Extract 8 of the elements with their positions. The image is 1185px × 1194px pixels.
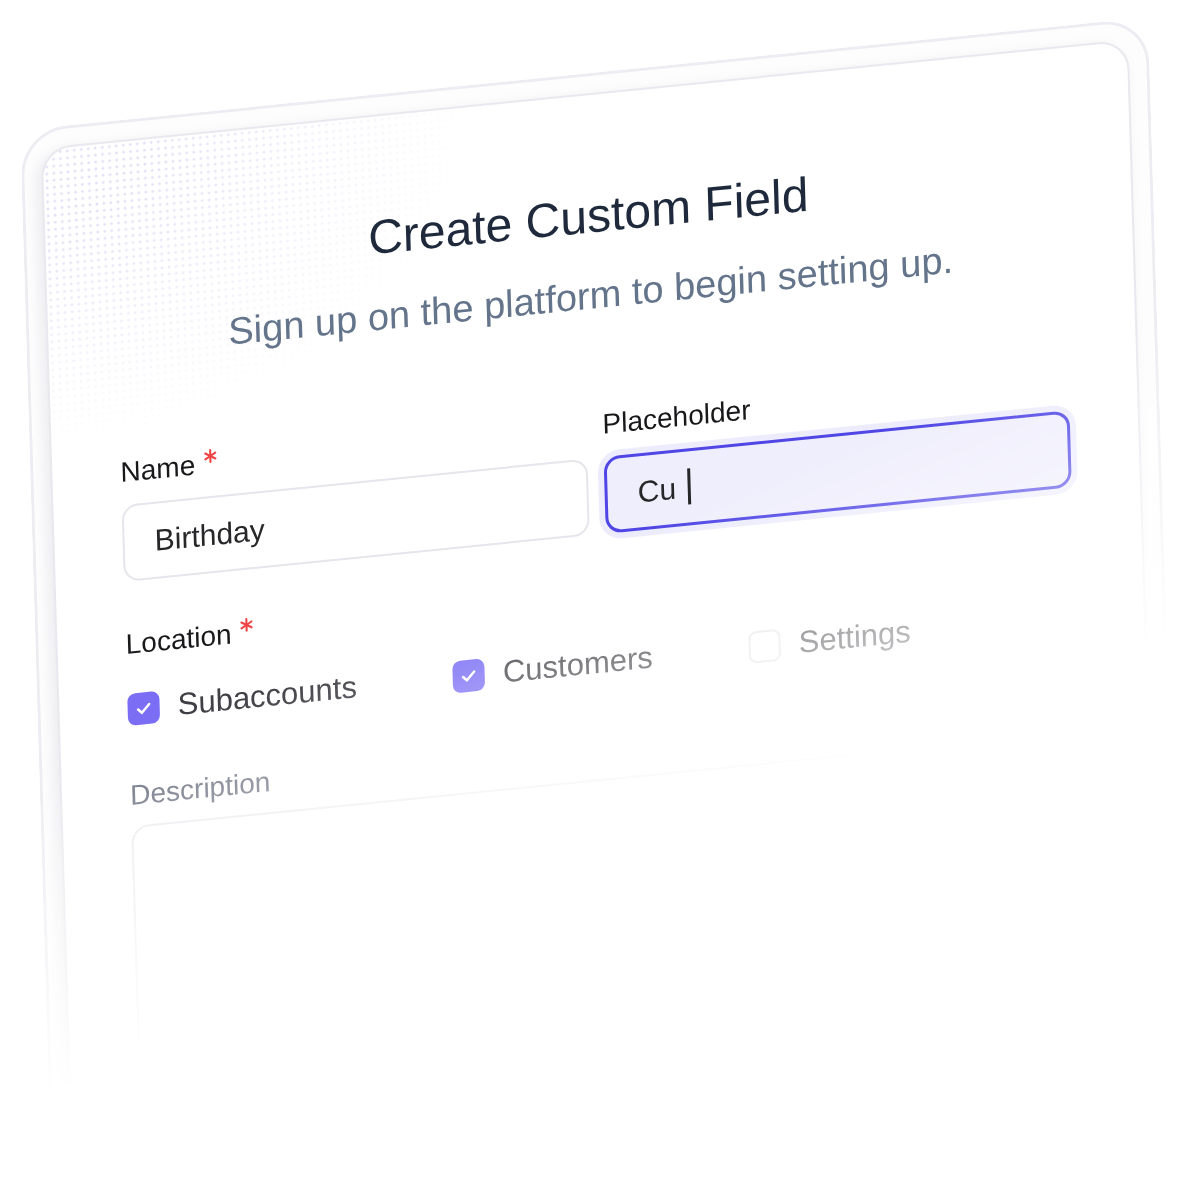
field-label: Location xyxy=(125,617,233,662)
checkbox[interactable] xyxy=(127,690,161,726)
text-cursor-icon xyxy=(687,468,692,505)
field-label: Description xyxy=(129,764,271,813)
option-label[interactable]: Subaccounts xyxy=(177,668,358,724)
option-label[interactable]: Customers xyxy=(502,638,654,692)
form-title: Create Custom Field xyxy=(366,166,810,265)
checkbox[interactable] xyxy=(452,658,486,694)
